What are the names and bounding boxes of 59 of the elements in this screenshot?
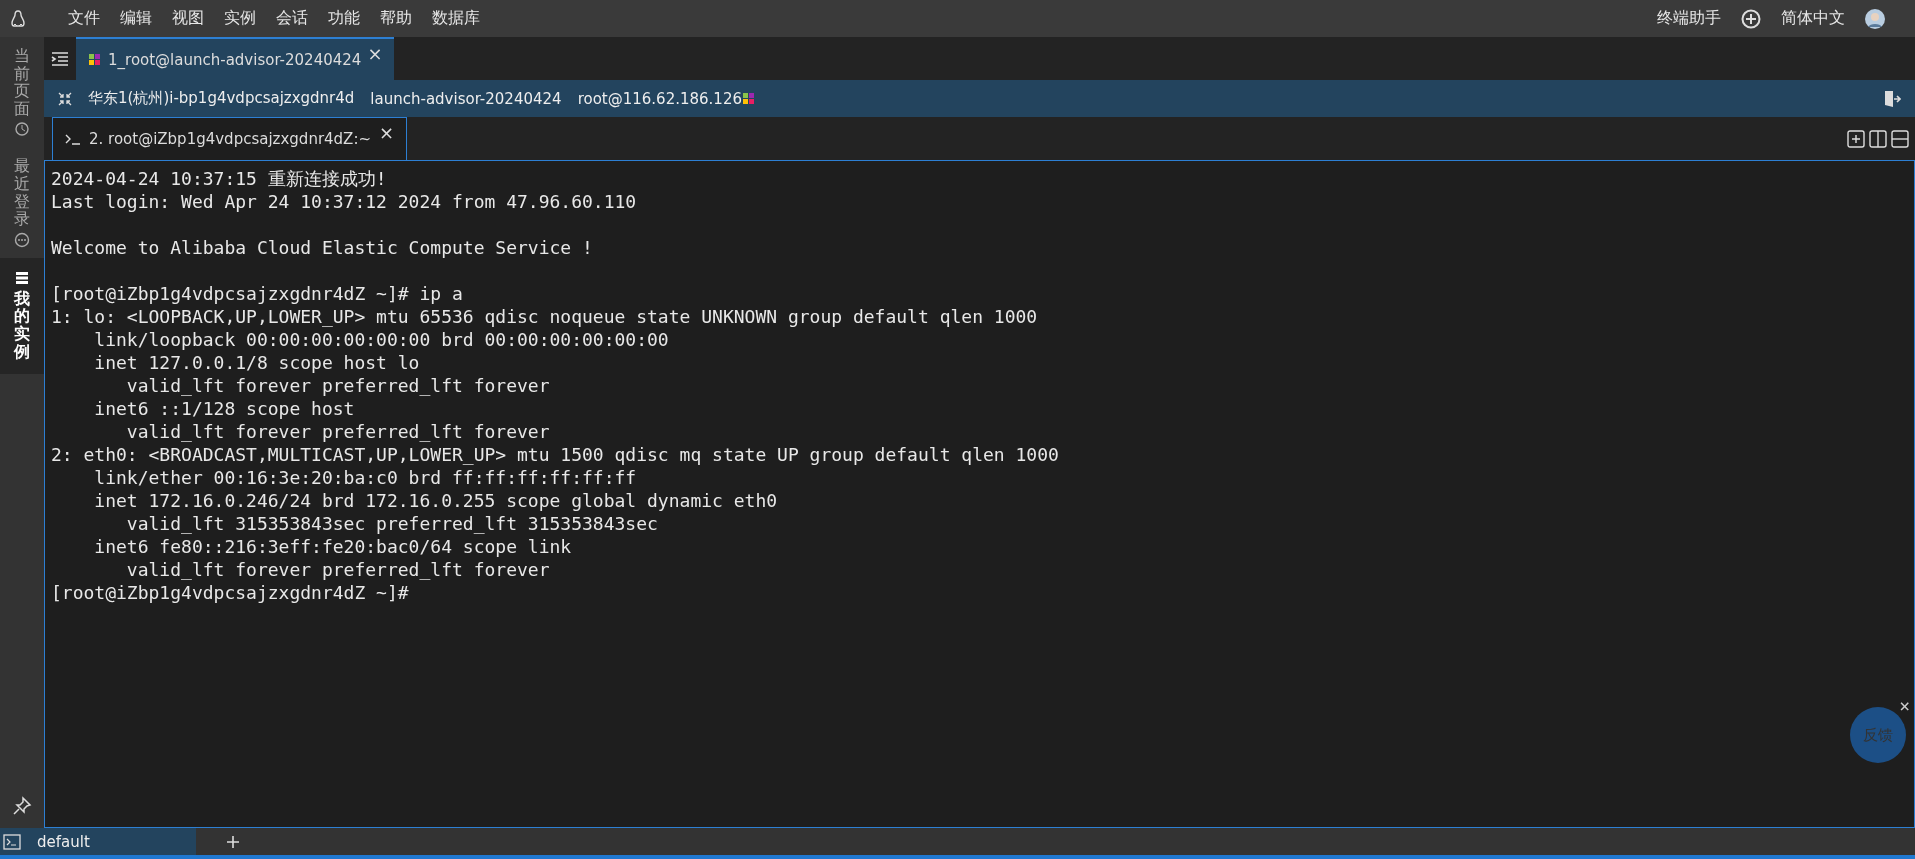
terminal-line: 1: lo: <LOOPBACK,UP,LOWER_UP> mtu 65536 qdisc noqueue state UNKNOWN group default qlen 1000 [51,305,1038,328]
terminal-line: inet 172.16.0.246/24 brd 172.16.0.255 scope global dynamic eth0 [93,489,778,512]
add-pane-icon[interactable] [1847,129,1865,148]
terminal-line: inet6 ::1/128 scope host [93,397,355,420]
session-group-tab[interactable]: default [0,828,196,855]
puzzle-icon [742,91,756,106]
terminal-line: inet 127.0.0.1/8 scope host lo [93,351,420,374]
close-icon[interactable]: × [379,122,395,143]
terminal-line: Welcome to Alibaba Cloud Elastic Compute Service ! [51,236,593,259]
list-icon [14,269,30,286]
sidebar-item[interactable]: 我的实例 [0,257,44,375]
add-icon[interactable] [226,834,240,849]
menu-item[interactable]: 文件 [68,8,100,29]
terminal-icon [3,833,21,850]
menu-item[interactable]: 实例 [224,8,256,29]
close-icon[interactable]: × [367,43,383,64]
terminal-line: [root@iZbp1g4vdpcsajzxgdnr4dZ ~]# ip a [51,282,463,305]
menu-item[interactable]: 视图 [172,8,204,29]
menu-item[interactable]: 数据库 [432,8,480,29]
collapse-icon[interactable] [58,91,72,106]
sidebar-item[interactable]: 当前页面 [0,37,44,148]
pin-icon[interactable] [12,796,32,816]
prompt-icon [65,133,81,145]
session-info: 华东1(杭州)i-bp1g4vdpcsajzxgdnr4d [88,89,355,108]
penguin-icon [10,9,26,28]
split-vertical-icon[interactable] [1869,129,1887,148]
chat-icon [14,231,30,248]
puzzle-icon [88,52,102,67]
terminal-line: Last login: Wed Apr 24 10:37:12 2024 from 47.96.60.110 [51,190,637,213]
terminal-tab[interactable]: 2. root@iZbp1g4vdpcsajzxgdnr4dZ:~ × [52,117,408,160]
sidebar-item[interactable]: 最近登录 [0,147,44,258]
session-info: root@116.62.186.126 [577,89,742,108]
terminal-line: 2: eth0: <BROADCAST,MULTICAST,UP,LOWER_UP> mtu 1500 qdisc mq state UP group default qlen 1000 [51,443,1059,466]
session-info: launch-advisor-20240424 [370,89,562,108]
language-menu[interactable]: 简体中文 [1781,8,1845,29]
menu-item[interactable]: 编辑 [120,8,152,29]
tab-label: 2. root@iZbp1g4vdpcsajzxgdnr4dZ:~ [89,130,372,148]
add-icon[interactable] [1741,8,1761,29]
exit-icon[interactable] [1883,89,1901,108]
terminal-line: [root@iZbp1g4vdpcsajzxgdnr4dZ ~]# [51,581,409,604]
terminal-line: valid_lft forever preferred_lft forever [125,374,550,397]
clock-icon [14,121,30,138]
tab-label: 1_root@launch-advisor-20240424 [108,50,362,69]
avatar-icon[interactable] [1865,8,1885,29]
terminal-line: inet6 fe80::216:3eff:fe20:bac0/64 scope link [93,535,572,558]
terminal-line: valid_lft forever preferred_lft forever [125,420,550,443]
menu-item[interactable]: 功能 [328,8,360,29]
terminal-line: valid_lft forever preferred_lft forever [125,558,550,581]
terminal-line: 2024-04-24 10:37:15 重新连接成功! [51,167,387,190]
menu-item[interactable]: 会话 [276,8,308,29]
terminal-line: link/loopback 00:00:00:00:00:00 brd 00:00:00:00:00:00 [93,328,669,351]
terminal-assistant-menu[interactable]: 终端助手 [1657,8,1721,29]
terminal-line: link/ether 00:16:3e:20:ba:c0 brd ff:ff:ff:ff:ff:ff [93,466,637,489]
menu-item[interactable]: 帮助 [380,8,412,29]
list-icon[interactable] [50,51,70,67]
tab-label: default [37,832,90,851]
split-horizontal-icon[interactable] [1891,129,1909,148]
session-tab[interactable]: 1_root@launch-advisor-20240424 × [76,37,395,80]
terminal-line: valid_lft 315353843sec preferred_lft 315353843sec [125,512,658,535]
